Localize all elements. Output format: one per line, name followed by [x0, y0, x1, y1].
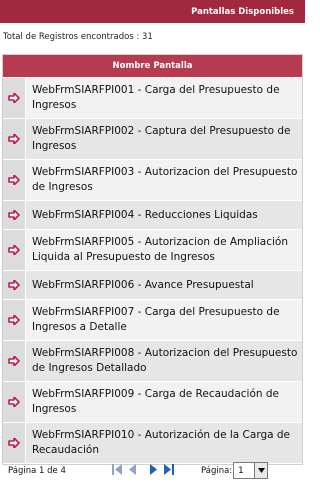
page-select-value: 1: [238, 465, 244, 476]
page-info-text: Página 1 de 4: [8, 466, 66, 476]
select-arrow-icon[interactable]: [3, 201, 26, 229]
pager-controls: [112, 464, 174, 478]
table-row[interactable]: WebFrmSIARFPI003 - Autorizacion del Pres…: [3, 160, 302, 201]
select-arrow-icon[interactable]: [3, 271, 26, 299]
table-row[interactable]: WebFrmSIARFPI009 - Carga de Recaudación …: [3, 382, 302, 423]
select-arrow-icon[interactable]: [3, 119, 26, 159]
table-row[interactable]: WebFrmSIARFPI002 - Captura del Presupues…: [3, 119, 302, 160]
page-select-label: Página:: [201, 466, 233, 476]
total-records-text: Total de Registros encontrados : 31: [3, 32, 153, 42]
column-header-nombre-pantalla[interactable]: Nombre Pantalla: [3, 55, 302, 78]
first-page-icon[interactable]: [112, 464, 122, 478]
row-label[interactable]: WebFrmSIARFPI005 - Autorizacion de Ampli…: [26, 230, 302, 270]
select-arrow-icon[interactable]: [3, 382, 26, 422]
row-label[interactable]: WebFrmSIARFPI004 - Reducciones Liquidas: [26, 201, 302, 229]
table-row[interactable]: WebFrmSIARFPI006 - Avance Presupuestal: [3, 271, 302, 300]
table-row[interactable]: WebFrmSIARFPI008 - Autorizacion del Pres…: [3, 341, 302, 382]
table-row[interactable]: WebFrmSIARFPI007 - Carga del Presupuesto…: [3, 300, 302, 341]
row-label[interactable]: WebFrmSIARFPI009 - Carga de Recaudación …: [26, 382, 302, 422]
select-arrow-icon[interactable]: [3, 341, 26, 381]
row-label[interactable]: WebFrmSIARFPI008 - Autorizacion del Pres…: [26, 341, 302, 381]
chevron-down-icon[interactable]: [254, 463, 267, 478]
table-row[interactable]: WebFrmSIARFPI005 - Autorizacion de Ampli…: [3, 230, 302, 271]
row-label[interactable]: WebFrmSIARFPI010 - Autorización de la Ca…: [26, 423, 302, 463]
top-bar-title: Pantallas Disponibles: [191, 6, 294, 17]
screens-grid: Nombre Pantalla WebFrmSIARFPI001 - Carga…: [2, 54, 303, 465]
table-row[interactable]: WebFrmSIARFPI001 - Carga del Presupuesto…: [3, 78, 302, 119]
select-arrow-icon[interactable]: [3, 78, 26, 118]
last-page-icon[interactable]: [164, 464, 174, 478]
previous-page-icon[interactable]: [128, 464, 136, 478]
select-arrow-icon[interactable]: [3, 160, 26, 200]
next-page-icon[interactable]: [150, 464, 158, 478]
row-label[interactable]: WebFrmSIARFPI001 - Carga del Presupuesto…: [26, 78, 302, 118]
top-bar: Pantallas Disponibles: [0, 0, 305, 23]
pager-footer: Página 1 de 4 Página: 1: [0, 458, 305, 488]
page-select[interactable]: 1: [233, 462, 268, 479]
row-label[interactable]: WebFrmSIARFPI003 - Autorizacion del Pres…: [26, 160, 302, 200]
row-label[interactable]: WebFrmSIARFPI002 - Captura del Presupues…: [26, 119, 302, 159]
select-arrow-icon[interactable]: [3, 230, 26, 270]
row-label[interactable]: WebFrmSIARFPI006 - Avance Presupuestal: [26, 271, 302, 299]
select-arrow-icon[interactable]: [3, 300, 26, 340]
select-arrow-icon[interactable]: [3, 423, 26, 463]
table-row[interactable]: WebFrmSIARFPI004 - Reducciones Liquidas: [3, 201, 302, 230]
row-label[interactable]: WebFrmSIARFPI007 - Carga del Presupuesto…: [26, 300, 302, 340]
